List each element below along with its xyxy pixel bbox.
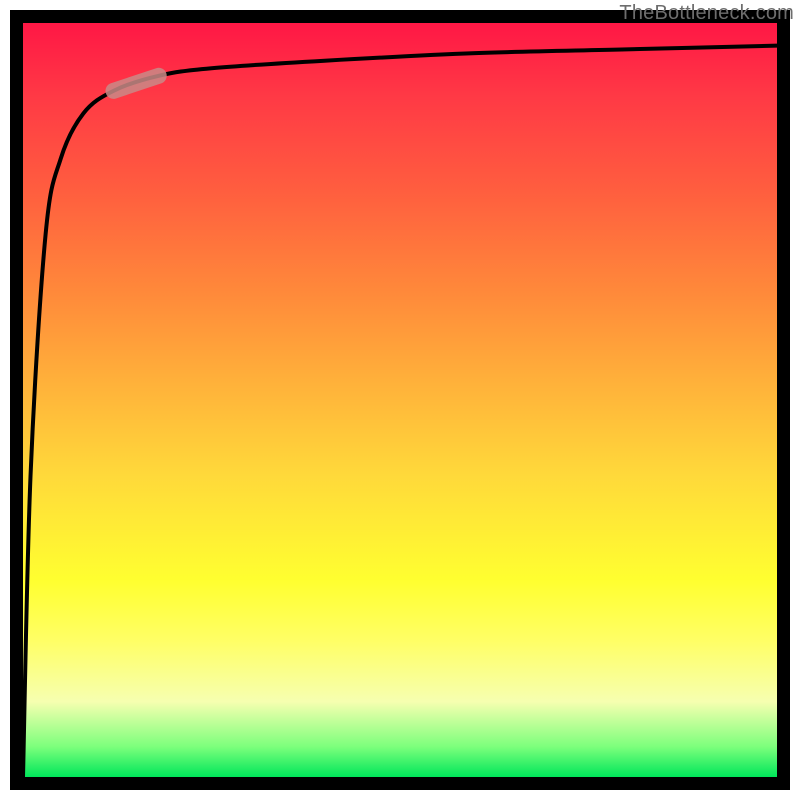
highlight-marker — [113, 76, 158, 91]
bottleneck-curve — [23, 46, 777, 777]
curve-layer — [23, 23, 777, 777]
attribution-watermark: TheBottleneck.com — [619, 2, 794, 25]
chart-container: TheBottleneck.com — [0, 0, 800, 800]
